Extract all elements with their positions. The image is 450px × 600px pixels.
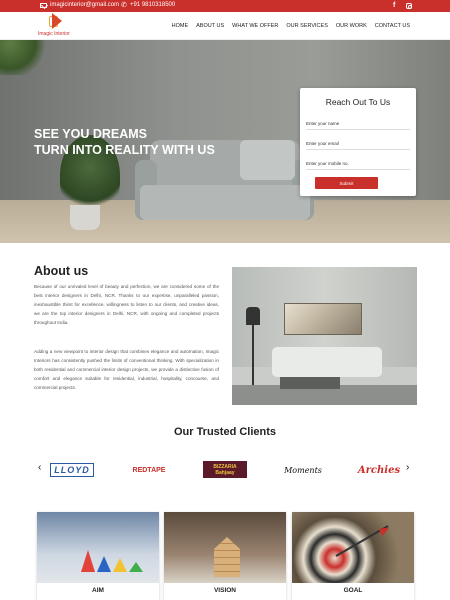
client-logo-redtape: REDTAPE <box>132 466 166 474</box>
client-logo-lloyd: LLOYD <box>50 463 94 477</box>
nav-about-us[interactable]: ABOUT US <box>196 23 224 29</box>
nav-contact-us[interactable]: CONTACT US <box>375 23 410 29</box>
main-nav: HOME ABOUT US WHAT WE OFFER OUR SERVICES… <box>172 23 410 29</box>
aim-card-label: AIM <box>92 587 104 594</box>
form-title: Reach Out To Us <box>325 97 391 107</box>
goal-card[interactable]: GOAL <box>292 512 414 600</box>
vision-card-image <box>164 512 286 583</box>
about-paragraph-2: Adding a new viewpoint to interior desig… <box>34 349 219 391</box>
client-logo-bizzaria: BIZZARIA Bahjaay <box>203 461 247 478</box>
vision-card-label: VISION <box>213 587 237 594</box>
logo[interactable]: Imagic Interior <box>38 13 84 39</box>
nav-home[interactable]: HOME <box>172 23 189 29</box>
wall-art-image <box>284 303 362 335</box>
pillow-image <box>240 140 295 180</box>
about-sofa-image <box>272 347 382 377</box>
cone-icon <box>81 550 95 572</box>
goal-card-label: GOAL <box>343 587 363 594</box>
hero-title-line1: SEE YOU DREAMS <box>34 127 147 141</box>
email-field[interactable] <box>306 138 410 150</box>
about-paragraph-1: Because of our unrivaled level of beauty… <box>34 284 219 326</box>
cone-icon <box>113 558 127 572</box>
logo-text: Imagic Interior <box>38 31 70 37</box>
carousel-prev-arrow[interactable]: ‹ <box>38 462 41 473</box>
goal-card-image <box>292 512 414 583</box>
mail-icon <box>40 3 47 8</box>
cone-icon <box>129 562 143 572</box>
vision-card[interactable]: VISION <box>164 512 286 600</box>
plant-pot-image <box>70 205 100 230</box>
hero-title-line2: TURN INTO REALITY WITH US <box>34 143 215 157</box>
site-header: Imagic Interior HOME ABOUT US WHAT WE OF… <box>0 12 450 40</box>
phone-icon: ✆ <box>121 2 127 9</box>
client-logo-bizzaria-sub: Bahjaay <box>215 469 235 476</box>
contact-form: Reach Out To Us Submit <box>300 88 416 196</box>
dart-icon <box>378 524 392 536</box>
clients-heading: Our Trusted Clients <box>173 426 277 438</box>
sofa-seat-image <box>140 185 310 220</box>
aim-card[interactable]: AIM <box>37 512 159 600</box>
lamp-pole-image <box>252 323 254 393</box>
about-heading: About us <box>34 264 89 278</box>
aim-card-image <box>37 512 159 583</box>
nav-what-we-offer[interactable]: WHAT WE OFFER <box>232 23 278 29</box>
coffee-table-image <box>280 377 340 389</box>
client-logo-archies: Archies <box>357 464 401 476</box>
facebook-icon[interactable]: f <box>393 1 395 10</box>
mobile-field[interactable] <box>306 158 410 170</box>
topbar-email[interactable]: imagicinterior@gmail.com <box>50 2 119 8</box>
block-tower-icon <box>214 537 240 577</box>
instagram-icon[interactable] <box>406 3 412 9</box>
nav-our-work[interactable]: OUR WORK <box>336 23 367 29</box>
topbar-phone[interactable]: +91 9810318500 <box>130 2 175 8</box>
cone-icon <box>97 556 111 572</box>
carousel-next-arrow[interactable]: › <box>406 462 409 473</box>
logo-play-icon <box>52 13 62 29</box>
client-logo-moments: Moments <box>284 465 322 475</box>
top-contact-bar: imagicinterior@gmail.com ✆ +91 981031850… <box>0 0 450 12</box>
about-living-room-image <box>232 267 417 405</box>
hanging-plant-image <box>0 40 50 75</box>
nav-our-services[interactable]: OUR SERVICES <box>286 23 327 29</box>
submit-button[interactable]: Submit <box>315 177 378 189</box>
name-field[interactable] <box>306 118 410 130</box>
